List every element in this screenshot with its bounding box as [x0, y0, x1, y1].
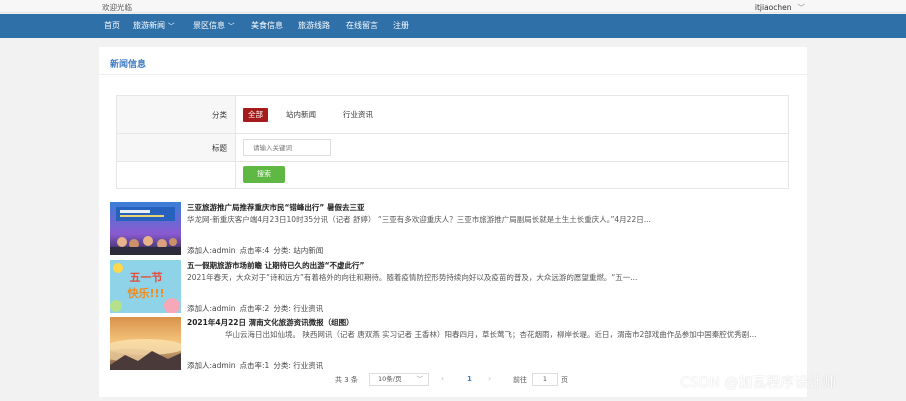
news-panel: 新闻信息 分类 全部 站内新闻 行业资讯 标题 搜索: [99, 47, 807, 397]
nav-label: 旅游线路: [298, 21, 330, 30]
main-nav: 首页 旅游新闻 ﹀ 景区信息 ﹀ 美食信息 旅游线路 在线留言 注册: [0, 14, 906, 38]
title-label-cell: 标题: [117, 134, 236, 161]
news-clicks: 点击率:4: [239, 246, 270, 255]
nav-register[interactable]: 注册: [393, 14, 409, 38]
news-title[interactable]: 2021年4月22日 渭南文化旅游资讯微报（组图）: [187, 317, 354, 328]
news-title[interactable]: 五一假期旅游市场前瞻 让期待已久的出游“不虚此行”: [187, 260, 364, 271]
news-summary: 华龙网-新重庆客户端4月23日10时35分讯（记者 舒婷） “三亚有多欢迎重庆人…: [187, 215, 651, 224]
category-chip-industry[interactable]: 行业资讯: [338, 108, 378, 122]
nav-messages[interactable]: 在线留言: [346, 14, 378, 38]
nav-scenic-info[interactable]: 景区信息 ﹀: [193, 14, 235, 38]
nav-label: 景区信息: [193, 21, 225, 30]
chevron-down-icon: ﹀: [797, 3, 806, 12]
page-unit-label: 页: [561, 376, 568, 384]
actions-label-cell: [117, 162, 236, 188]
thumbnail-text-line2: 快乐!!!: [126, 286, 164, 300]
category-label-cell: 分类: [117, 96, 236, 133]
chevron-down-icon: ﹀: [416, 375, 424, 383]
news-author: 添加人:admin: [187, 304, 236, 313]
nav-label: 注册: [393, 21, 409, 30]
filter-row-actions: 搜索: [117, 162, 788, 188]
divider: [99, 74, 807, 75]
news-item[interactable]: 三亚旅游推广局推荐重庆市民“错峰出行” 暑假去三亚 华龙网-新重庆客户端4月23…: [110, 202, 790, 257]
category-label: 分类: [212, 110, 227, 119]
news-clicks: 点击率:1: [239, 361, 270, 370]
news-item[interactable]: 2021年4月22日 渭南文化旅游资讯微报（组图） 华山云海日出如仙境。 陕西网…: [110, 317, 790, 372]
nav-label: 旅游新闻: [133, 21, 165, 30]
nav-label: 在线留言: [346, 21, 378, 30]
chevron-down-icon: ﹀: [228, 22, 235, 30]
nav-travel-news[interactable]: 旅游新闻 ﹀: [133, 14, 175, 38]
category-chip-all[interactable]: 全部: [243, 108, 268, 122]
news-meta: 添加人:admin 点击率:1 分类: 行业资讯: [187, 360, 327, 371]
news-summary: 2021年春天，大众对于“诗和远方”有着格外的向往和期待。随着疫情防控形势持续向…: [187, 273, 638, 282]
news-meta: 添加人:admin 点击率:4 分类: 站内新闻: [187, 245, 327, 256]
watermark: CSDN @加瓦程序设计师: [680, 375, 837, 391]
top-bar: 欢迎光临 itjiaochen ﹀: [0, 0, 906, 13]
username: itjiaochen: [754, 3, 792, 12]
news-thumbnail[interactable]: [110, 317, 181, 370]
prev-page-icon[interactable]: ‹: [441, 374, 444, 383]
news-thumbnail[interactable]: 五一节 快乐!!!: [110, 260, 181, 313]
search-button[interactable]: 搜索: [243, 166, 285, 183]
news-category: 分类: 行业资讯: [273, 304, 324, 313]
user-menu[interactable]: itjiaochen ﹀: [755, 2, 805, 13]
title-search-input[interactable]: [243, 139, 331, 156]
news-item[interactable]: 五一节 快乐!!! 五一假期旅游市场前瞻 让期待已久的出游“不虚此行” 2021…: [110, 260, 790, 315]
nav-travel-routes[interactable]: 旅游线路: [298, 14, 330, 38]
welcome-text: 欢迎光临: [102, 3, 132, 12]
thumbnail-text-line1: 五一节: [130, 270, 163, 284]
page-size-value: 10条/页: [378, 375, 402, 383]
filter-row-category: 分类 全部 站内新闻 行业资讯: [117, 96, 788, 134]
news-summary: 华山云海日出如仙境。 陕西网讯（记者 唐双燕 实习记者 王香林）阳春四月，草长莺…: [225, 330, 757, 339]
current-page[interactable]: 1: [467, 375, 472, 383]
total-count: 共 3 条: [335, 376, 358, 384]
goto-label: 前往: [513, 376, 527, 384]
goto-page-input[interactable]: 1: [532, 373, 558, 386]
nav-label: 美食信息: [251, 21, 283, 30]
news-category: 分类: 站内新闻: [273, 246, 324, 255]
news-clicks: 点击率:2: [239, 304, 270, 313]
next-page-icon[interactable]: ›: [488, 374, 491, 383]
title-label: 标题: [212, 143, 227, 152]
nav-label: 首页: [104, 21, 120, 30]
news-author: 添加人:admin: [187, 246, 236, 255]
category-chip-site-news[interactable]: 站内新闻: [281, 108, 321, 122]
page-size-select[interactable]: 10条/页 ﹀: [369, 373, 429, 386]
news-author: 添加人:admin: [187, 361, 236, 370]
filter-row-title: 标题: [117, 134, 788, 162]
nav-home[interactable]: 首页: [104, 14, 120, 38]
nav-food-info[interactable]: 美食信息: [251, 14, 283, 38]
news-thumbnail[interactable]: [110, 202, 181, 255]
news-meta: 添加人:admin 点击率:2 分类: 行业资讯: [187, 303, 327, 314]
news-category: 分类: 行业资讯: [273, 361, 324, 370]
page-title: 新闻信息: [110, 60, 147, 70]
news-title[interactable]: 三亚旅游推广局推荐重庆市民“错峰出行” 暑假去三亚: [187, 202, 364, 213]
chevron-down-icon: ﹀: [168, 22, 175, 30]
filter-form: 分类 全部 站内新闻 行业资讯 标题 搜索: [116, 95, 789, 189]
